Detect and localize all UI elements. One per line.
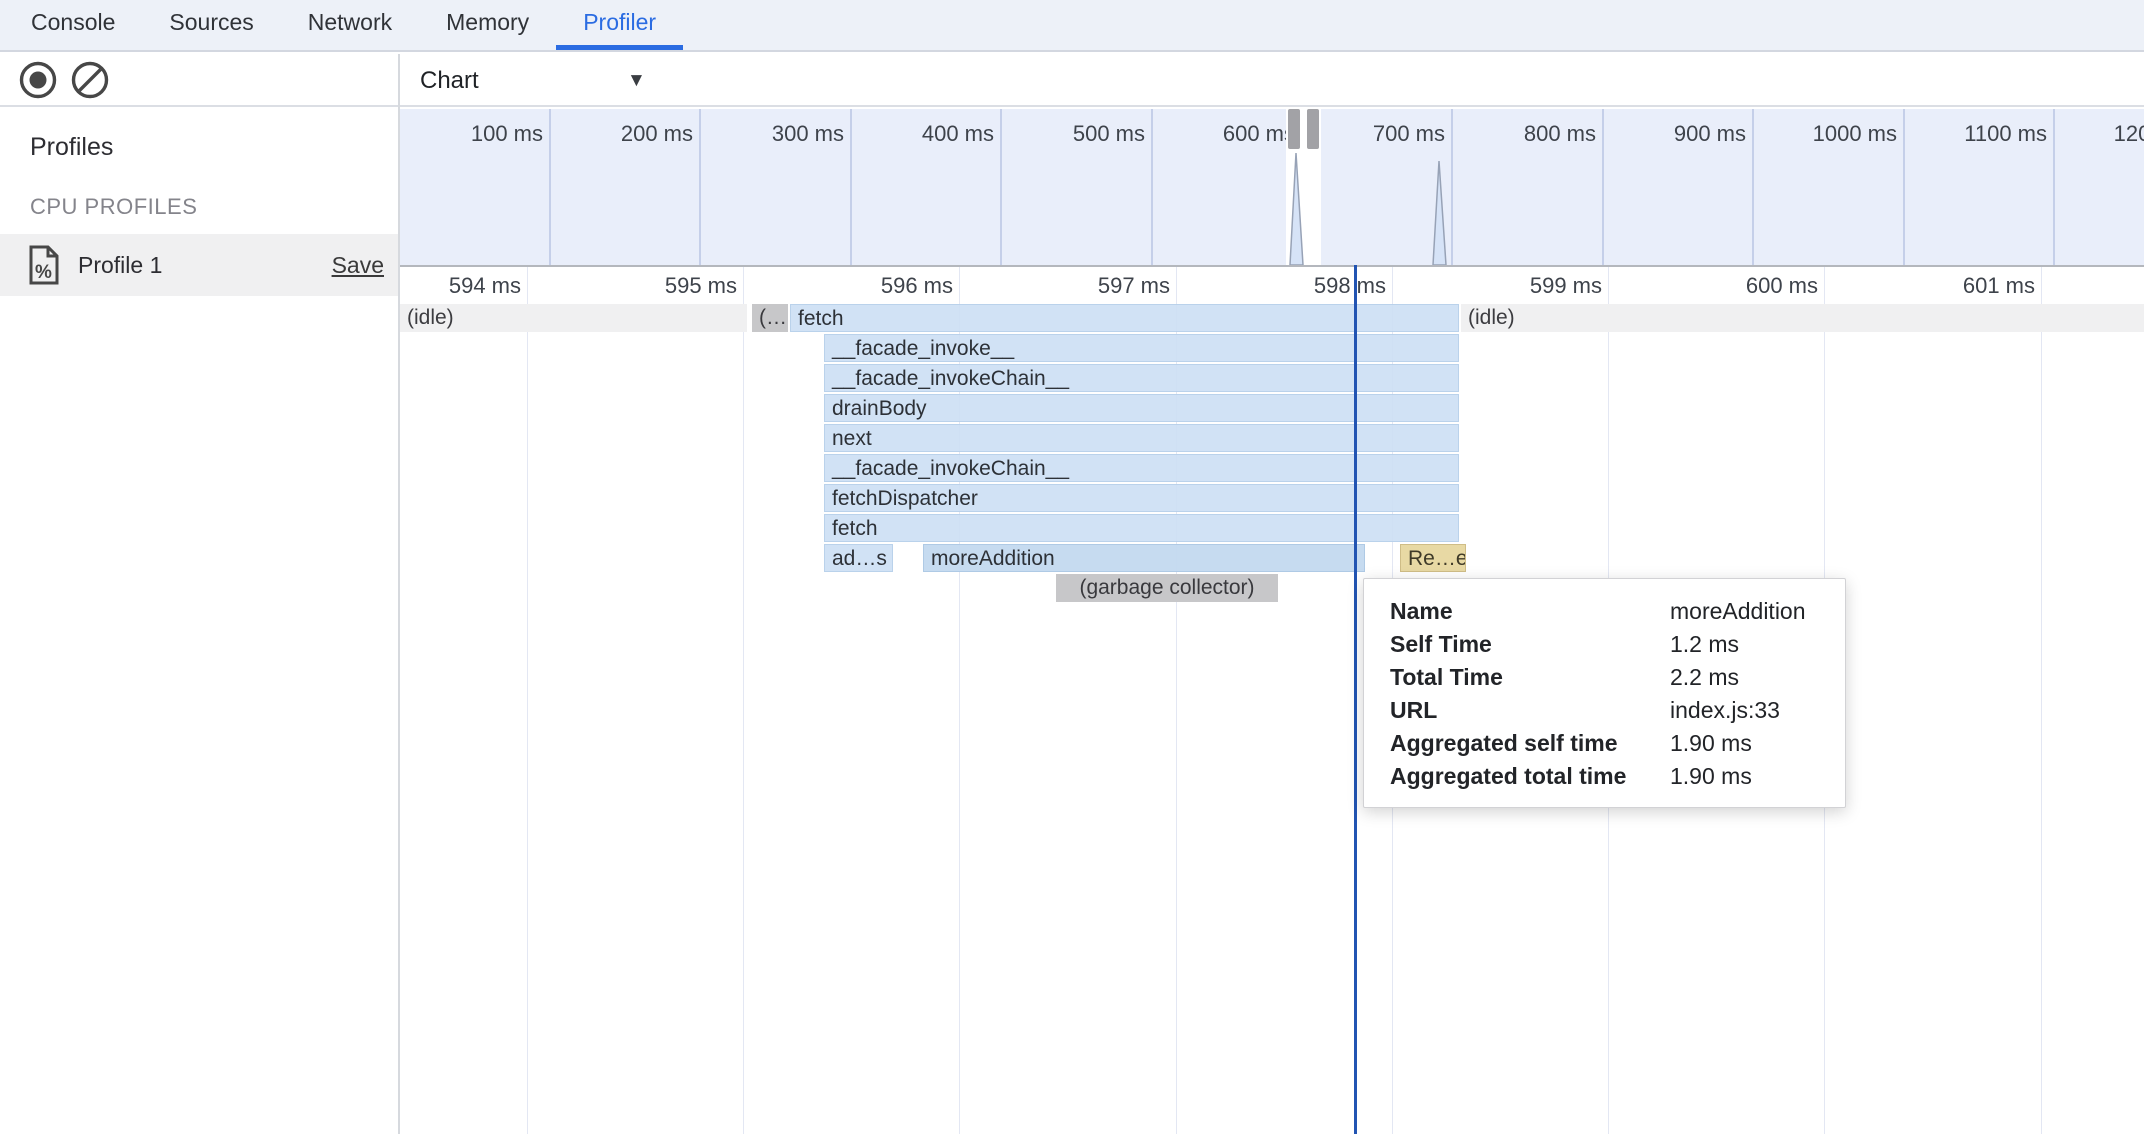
profile-document-icon: % [28, 245, 60, 285]
devtools-tab-bar: ConsoleSourcesNetworkMemoryProfiler [0, 0, 2144, 52]
tooltip-row: Aggregated total time1.90 ms [1364, 760, 1845, 793]
tab-profiler[interactable]: Profiler [556, 0, 683, 50]
tooltip-row: NamemoreAddition [1364, 595, 1845, 628]
ruler-tick-label: 600 ms [1648, 273, 1818, 299]
view-mode-selected: Chart [420, 67, 479, 95]
ruler-tick-label: 598 ms [1216, 273, 1386, 299]
clear-icon [70, 60, 110, 100]
tab-memory[interactable]: Memory [419, 0, 556, 50]
record-icon [18, 60, 58, 100]
tooltip-label: Total Time [1390, 661, 1670, 694]
ruler-tick-label: 601 ms [1865, 273, 2035, 299]
frame-tooltip: NamemoreAdditionSelf Time1.2 msTotal Tim… [1363, 578, 1846, 808]
profiler-toolbar [0, 54, 398, 107]
tooltip-label: Aggregated total time [1390, 760, 1670, 793]
tab-sources[interactable]: Sources [142, 0, 280, 50]
ruler-tick-label: 594 ms [400, 273, 521, 299]
tooltip-value: 1.90 ms [1670, 727, 1752, 760]
detail-time-ruler: 594 ms 595 ms 596 ms 597 ms 598 ms 599 ms 600 … [400, 265, 2144, 301]
time-scrubber[interactable] [1354, 265, 1357, 1134]
frame-garbage-collector[interactable]: (garbage collector) [1056, 574, 1278, 602]
timeline-overview[interactable]: 100 ms200 ms300 ms400 ms500 ms600 ms700 … [400, 109, 2144, 265]
ruler-tick-label: 599 ms [1432, 273, 1602, 299]
frame-ad-s[interactable]: ad…s [824, 544, 893, 572]
ruler-tick-label: 595 ms [567, 273, 737, 299]
record-button[interactable] [16, 58, 60, 102]
dropdown-arrow-icon: ▼ [627, 70, 646, 92]
tooltip-row: Aggregated self time1.90 ms [1364, 727, 1845, 760]
tooltip-value: 1.90 ms [1670, 760, 1752, 793]
flame-chart: (idle)(…fetch(idle)__facade_invoke____fa… [400, 301, 2144, 1134]
frame-idle[interactable]: (idle) [400, 304, 747, 332]
ruler-tick-label: 597 ms [1000, 273, 1170, 299]
tooltip-value: 2.2 ms [1670, 661, 1739, 694]
profile-list-item[interactable]: % Profile 1 Save [0, 234, 398, 296]
frame-fetchdispatcher[interactable]: fetchDispatcher [824, 484, 1459, 512]
view-mode-dropdown[interactable]: Chart ▼ [400, 54, 660, 107]
frame-item[interactable]: (… [752, 304, 788, 332]
cpu-profiles-section-heading: CPU PROFILES [30, 194, 398, 220]
tooltip-row: Total Time2.2 ms [1364, 661, 1845, 694]
flame-chart-pane: Chart ▼ 100 ms200 ms300 ms400 ms500 ms60… [400, 54, 2144, 1134]
frame-moreaddition[interactable]: moreAddition [923, 544, 1365, 572]
profiles-sidebar: Profiles CPU PROFILES % Profile 1 Save [0, 54, 400, 1134]
frame-fetch[interactable]: fetch [824, 514, 1459, 542]
tooltip-value: 1.2 ms [1670, 628, 1739, 661]
tooltip-label: Name [1390, 595, 1670, 628]
frame-drainbody[interactable]: drainBody [824, 394, 1459, 422]
tooltip-row: URLindex.js:33 [1364, 694, 1845, 727]
frame-re-e[interactable]: Re…e [1400, 544, 1466, 572]
cpu-activity-spikes [400, 109, 2144, 265]
clear-button[interactable] [68, 58, 112, 102]
profile-name: Profile 1 [78, 252, 332, 279]
tooltip-label: Self Time [1390, 628, 1670, 661]
view-mode-toolbar: Chart ▼ [400, 54, 2144, 107]
tab-network[interactable]: Network [281, 0, 419, 50]
tooltip-row: Self Time1.2 ms [1364, 628, 1845, 661]
ruler-tick-label: 596 ms [783, 273, 953, 299]
frame-next[interactable]: next [824, 424, 1459, 452]
tooltip-label: URL [1390, 694, 1670, 727]
frame-facade-invokechain[interactable]: __facade_invokeChain__ [824, 364, 1459, 392]
tooltip-label: Aggregated self time [1390, 727, 1670, 760]
frame-fetch[interactable]: fetch [790, 304, 1459, 332]
tooltip-value: moreAddition [1670, 595, 1806, 628]
save-profile-link[interactable]: Save [332, 252, 384, 279]
tooltip-value: index.js:33 [1670, 694, 1780, 727]
profiles-heading: Profiles [30, 133, 398, 162]
frame-facade-invokechain[interactable]: __facade_invokeChain__ [824, 454, 1459, 482]
frame-facade-invoke[interactable]: __facade_invoke__ [824, 334, 1459, 362]
tab-console[interactable]: Console [4, 0, 142, 50]
svg-text:%: % [35, 262, 52, 283]
tab-list: ConsoleSourcesNetworkMemoryProfiler [4, 0, 683, 50]
frame-idle[interactable]: (idle) [1461, 304, 2144, 332]
profiler-panel: ConsoleSourcesNetworkMemoryProfiler Prof… [0, 0, 2144, 1134]
